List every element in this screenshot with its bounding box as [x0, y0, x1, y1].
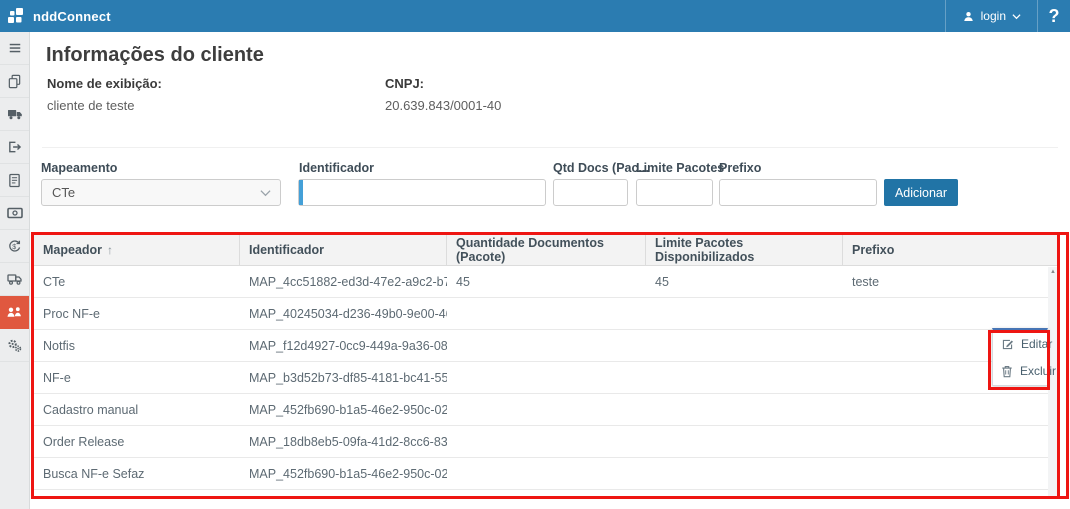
banknote-icon	[7, 207, 23, 219]
sidebar-item-export[interactable]	[0, 131, 29, 164]
display-name-label: Nome de exibição:	[47, 76, 162, 91]
chevron-down-icon	[1012, 13, 1021, 20]
table-row[interactable]: Order Release MAP_18db8eb5-09fa-41d2-8cc…	[34, 426, 1048, 458]
mapeamento-selected-value: CTe	[52, 185, 75, 200]
users-icon	[6, 305, 23, 319]
export-icon	[7, 140, 22, 154]
cnpj-value: 20.639.843/0001-40	[385, 98, 501, 113]
top-header-bar: nddConnect login ?	[0, 0, 1070, 32]
table-row[interactable]: Cadastro manual MAP_452fb690-b1a5-46e2-9…	[34, 394, 1048, 426]
sidebar-item-users[interactable]	[0, 296, 29, 329]
edit-label: Editar	[1021, 337, 1052, 351]
sidebar-item-truck[interactable]	[0, 98, 29, 131]
mapeamento-select[interactable]: CTe	[41, 179, 281, 206]
table-scrollbar[interactable]: ▲	[1048, 267, 1058, 496]
table-row[interactable]: Proc NF-e MAP_40245034-d236-49b0-9e00-46…	[34, 298, 1048, 330]
svg-text:$: $	[12, 243, 16, 250]
row-context-menu: Editar Excluir	[992, 328, 1048, 386]
help-label: ?	[1049, 6, 1060, 27]
table-row[interactable]: Notfis MAP_f12d4927-0cc9-449a-9a36-08a20…	[34, 330, 1048, 362]
table-row[interactable]: NF-e MAP_b3d52b73-df85-4181-bc41-552786e…	[34, 362, 1048, 394]
sidebar-item-delivery-truck[interactable]	[0, 263, 29, 296]
column-header-quantidade[interactable]: Quantidade Documentos (Pacote)	[447, 235, 646, 265]
scroll-up-icon[interactable]: ▲	[1048, 269, 1058, 275]
adicionar-button[interactable]: Adicionar	[884, 179, 958, 206]
qtd-docs-input[interactable]	[553, 179, 628, 206]
identificador-focus-accent	[299, 180, 303, 205]
delivery-truck-icon	[7, 272, 23, 286]
context-menu-edit[interactable]: Editar	[993, 331, 1047, 357]
help-button[interactable]: ?	[1038, 0, 1070, 32]
currency-sync-icon: $	[7, 239, 22, 254]
brand-name: nddConnect	[33, 9, 111, 24]
page-title: Informações do cliente	[46, 44, 264, 67]
limite-pacotes-input[interactable]	[636, 179, 713, 206]
sidebar-item-document[interactable]	[0, 164, 29, 197]
identificador-input[interactable]	[298, 179, 546, 206]
copy-pages-icon	[7, 74, 22, 89]
display-name-value: cliente de teste	[47, 98, 134, 113]
column-header-mapeador[interactable]: Mapeador ↑	[34, 235, 240, 265]
document-icon	[8, 173, 21, 188]
sort-ascending-icon: ↑	[107, 243, 113, 257]
column-header-prefixo[interactable]: Prefixo	[843, 235, 1057, 265]
ndd-logo-icon	[8, 8, 27, 25]
qtd-docs-label: Qtd Docs (Pac...	[553, 161, 649, 175]
trash-icon	[1001, 365, 1013, 378]
sidebar-item-copy-pages[interactable]	[0, 65, 29, 98]
sidebar: $	[0, 32, 30, 509]
menu-icon	[8, 41, 22, 55]
cnpj-label: CNPJ:	[385, 76, 424, 91]
app-window: nddConnect login ?	[0, 0, 1070, 509]
sidebar-item-currency-sync[interactable]: $	[0, 230, 29, 263]
table-row[interactable]: CTe MAP_4cc51882-ed3d-47e2-a9c2-b7f6762b…	[34, 266, 1048, 298]
sidebar-item-settings[interactable]	[0, 329, 29, 362]
prefixo-input[interactable]	[719, 179, 877, 206]
login-menu[interactable]: login	[945, 0, 1038, 32]
login-label: login	[981, 9, 1006, 23]
mapeamento-label: Mapeamento	[41, 161, 117, 175]
table-row[interactable]: Busca NF-e Sefaz MAP_452fb690-b1a5-46e2-…	[34, 458, 1048, 490]
edit-icon	[1001, 338, 1014, 351]
brand-logo[interactable]: nddConnect	[8, 8, 111, 25]
column-header-identificador[interactable]: Identificador	[240, 235, 447, 265]
identificador-label: Identificador	[299, 161, 374, 175]
sidebar-item-menu[interactable]	[0, 32, 29, 65]
context-menu-delete[interactable]: Excluir	[993, 358, 1047, 384]
sidebar-item-banknote[interactable]	[0, 197, 29, 230]
user-icon	[962, 10, 975, 23]
delete-label: Excluir	[1020, 364, 1056, 378]
section-divider	[42, 147, 1058, 148]
gears-icon	[7, 338, 22, 353]
table-header-row: Mapeador ↑ Identificador Quantidade Docu…	[34, 235, 1057, 266]
truck-icon	[7, 107, 23, 121]
column-header-limite[interactable]: Limite Pacotes Disponibilizados	[646, 235, 843, 265]
prefixo-label: Prefixo	[719, 161, 761, 175]
select-chevron-icon	[260, 189, 271, 197]
table-body: CTe MAP_4cc51882-ed3d-47e2-a9c2-b7f6762b…	[34, 266, 1048, 490]
limite-pacotes-label: Limite Pacotes	[636, 161, 724, 175]
